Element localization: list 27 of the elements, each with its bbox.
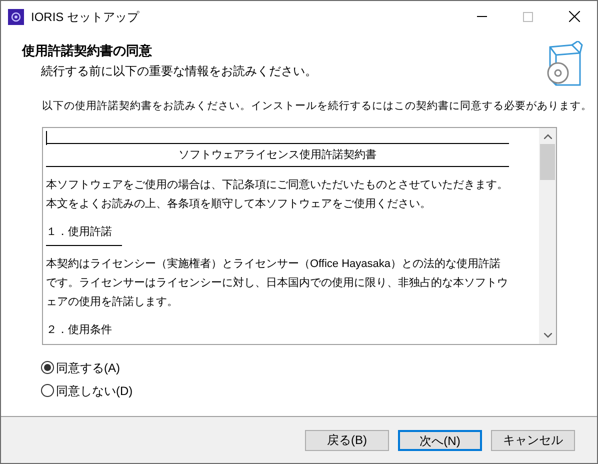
page-heading: 使用許諾契約書の同意 [22, 42, 153, 60]
app-logo-icon [8, 8, 24, 24]
section-heading: １．使用許諾 [46, 225, 113, 240]
radio-button[interactable] [41, 361, 54, 374]
close-icon [568, 11, 580, 22]
license-title: ソフトウェアライセンス使用許諾契約書 [178, 148, 378, 163]
license-paragraph-line: です。ライセンサーはライセンシーに対し、日本国内での使用に限り、非独占的な本ソフトウ [46, 276, 509, 292]
dialog-button[interactable]: 戻る(B) [305, 430, 389, 450]
page-subtitle: 続行する前に以下の重要な情報をお読みください。 [41, 62, 317, 80]
license-paragraph-line: 本文をよくお読みの上、各条項を順守して本ソフトウェアをご使用ください。 [46, 196, 432, 212]
radio-button[interactable] [41, 384, 54, 398]
window-title: IORIS セットアップ [31, 8, 140, 26]
scroll-up-icon [544, 134, 552, 139]
scrollbar-thumb[interactable] [540, 144, 555, 180]
license-text-line: ２．使用条件 [46, 323, 113, 338]
license-paragraph-line: ェアの使用を許諾します。 [46, 295, 179, 310]
instruction-text: 以下の使用許諾契約書をお読みください。インストールを続行するにはこの契約書に同意する必要があります。 [42, 99, 593, 114]
dialog-button[interactable]: キャンセル [491, 430, 575, 450]
radio-option[interactable]: 同意しない(D) [41, 382, 597, 400]
maximize-icon [523, 12, 533, 22]
license-paragraph-line: 本契約はライセンシー（実施権者）とライセンサー（Office Hayasaka）との法的な使用許諾 [46, 256, 502, 272]
dialog-button[interactable]: 次へ(N) [398, 430, 482, 450]
scrollbar[interactable] [539, 128, 556, 344]
scroll-down-icon [544, 332, 552, 338]
minimize-icon [477, 16, 487, 17]
radio-option[interactable]: 同意する(A) [41, 358, 597, 377]
license-paragraph-line: 本ソフトウェアをご使用の場合は、下記条項にご同意いただいたものとさせていただきます。 [46, 178, 509, 194]
